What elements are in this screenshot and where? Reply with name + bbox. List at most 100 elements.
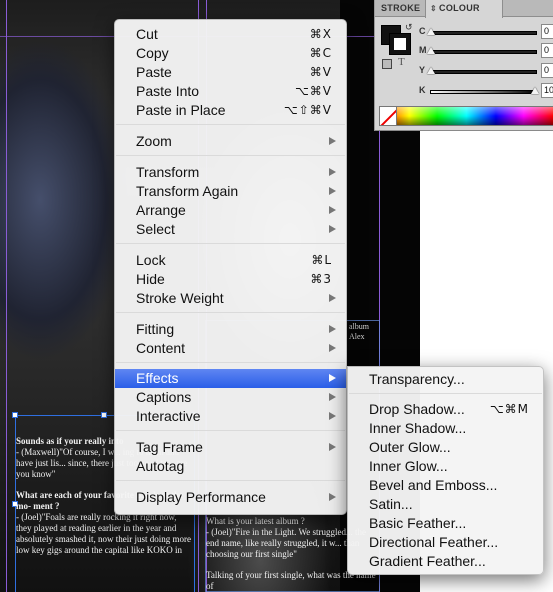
- menu-separator: [349, 393, 542, 394]
- submenu-arrow-icon: [329, 168, 336, 176]
- menu-item-paste-into[interactable]: Paste Into ⌥⌘V: [115, 82, 346, 101]
- menu-item-lock[interactable]: Lock ⌘L: [115, 251, 346, 270]
- menu-item-effects[interactable]: Effects: [115, 369, 346, 388]
- tab-stroke[interactable]: STROKE: [381, 0, 420, 17]
- submenu-item-gradient-feather[interactable]: Gradient Feather...: [348, 552, 543, 571]
- interview-question: What is your latest album ?: [206, 516, 305, 526]
- slider-thumb[interactable]: [531, 87, 539, 94]
- menu-label: Paste in Place: [136, 102, 226, 118]
- menu-label: Captions: [136, 389, 192, 405]
- colour-panel: STROKE ⇕ COLOUR ↺ T C 0 M 0 Y 0 K 10: [374, 0, 553, 131]
- menu-label: Hide: [136, 271, 165, 287]
- menu-label: Lock: [136, 252, 166, 268]
- menu-label: Fitting: [136, 321, 175, 337]
- slider-label: M: [419, 45, 427, 55]
- menu-label: Display Performance: [136, 489, 266, 505]
- slider-value-input[interactable]: 10: [541, 83, 553, 98]
- menu-item-cut[interactable]: Cut ⌘X: [115, 25, 346, 44]
- submenu-arrow-icon: [329, 137, 336, 145]
- menu-item-display-performance[interactable]: Display Performance: [115, 488, 346, 507]
- tab-colour[interactable]: ⇕ COLOUR: [425, 0, 503, 18]
- menu-label: Stroke Weight: [136, 290, 224, 306]
- swap-fill-stroke-icon[interactable]: ↺: [405, 22, 413, 33]
- column-guide: [6, 0, 7, 592]
- submenu-arrow-icon: [329, 412, 336, 420]
- slider-label: C: [419, 26, 426, 36]
- interview-answer: - (Joel)"Foals are really rocking it rig…: [16, 512, 191, 555]
- context-menu: Cut ⌘X Copy ⌘C Paste ⌘V Paste Into ⌥⌘V Paste…: [114, 19, 347, 515]
- menu-label: Tag Frame: [136, 439, 203, 455]
- menu-item-paste-in-place[interactable]: Paste in Place ⌥⇧⌘V: [115, 101, 346, 120]
- menu-item-arrange[interactable]: Arrange: [115, 201, 346, 220]
- menu-item-paste[interactable]: Paste ⌘V: [115, 63, 346, 82]
- submenu-item-outer-glow[interactable]: Outer Glow...: [348, 438, 543, 457]
- menu-label: Cut: [136, 26, 158, 42]
- menu-item-copy[interactable]: Copy ⌘C: [115, 44, 346, 63]
- submenu-item-directional-feather[interactable]: Directional Feather...: [348, 533, 543, 552]
- slider-thumb[interactable]: [427, 28, 435, 35]
- submenu-item-satin[interactable]: Satin...: [348, 495, 543, 514]
- submenu-arrow-icon: [329, 294, 336, 302]
- menu-label: Outer Glow...: [369, 439, 451, 455]
- menu-shortcut: ⌘L: [311, 253, 332, 267]
- slider-track[interactable]: [427, 67, 537, 74]
- menu-label: Paste Into: [136, 83, 200, 99]
- menu-item-transform[interactable]: Transform: [115, 163, 346, 182]
- menu-item-autotag[interactable]: Autotag: [115, 457, 346, 476]
- slider-track[interactable]: [427, 47, 537, 54]
- menu-label: Basic Feather...: [369, 515, 467, 531]
- colour-spectrum-ramp[interactable]: [379, 106, 553, 126]
- submenu-item-basic-feather[interactable]: Basic Feather...: [348, 514, 543, 533]
- submenu-item-drop-shadow[interactable]: Drop Shadow... ⌥⌘M: [348, 400, 543, 419]
- submenu-arrow-icon: [329, 325, 336, 333]
- submenu-item-inner-glow[interactable]: Inner Glow...: [348, 457, 543, 476]
- menu-item-select[interactable]: Select: [115, 220, 346, 239]
- menu-label: Gradient Feather...: [369, 553, 486, 569]
- menu-shortcut: ⌘3: [310, 272, 332, 286]
- menu-label: Transform Again: [136, 183, 239, 199]
- slider-yellow[interactable]: Y 0: [419, 63, 553, 79]
- menu-label: Satin...: [369, 496, 413, 512]
- submenu-item-transparency[interactable]: Transparency...: [348, 370, 543, 389]
- formatting-text-icon[interactable]: T: [398, 56, 405, 68]
- menu-separator: [116, 480, 345, 481]
- resize-handle[interactable]: [101, 412, 107, 418]
- menu-item-stroke-weight[interactable]: Stroke Weight: [115, 289, 346, 308]
- submenu-item-inner-shadow[interactable]: Inner Shadow...: [348, 419, 543, 438]
- resize-handle[interactable]: [12, 412, 18, 418]
- menu-label: Directional Feather...: [369, 534, 499, 550]
- menu-item-captions[interactable]: Captions: [115, 388, 346, 407]
- menu-item-fitting[interactable]: Fitting: [115, 320, 346, 339]
- slider-thumb[interactable]: [427, 47, 435, 54]
- slider-value-input[interactable]: 0: [541, 43, 553, 58]
- menu-label: Inner Glow...: [369, 458, 448, 474]
- menu-shortcut: ⌥⌘V: [294, 84, 332, 98]
- panel-tab-bar: STROKE ⇕ COLOUR: [375, 0, 553, 18]
- menu-shortcut: ⌘C: [309, 46, 332, 60]
- menu-item-interactive[interactable]: Interactive: [115, 407, 346, 426]
- menu-item-hide[interactable]: Hide ⌘3: [115, 270, 346, 289]
- slider-cyan[interactable]: C 0: [419, 24, 553, 40]
- slider-value-input[interactable]: 0: [541, 24, 553, 39]
- menu-label: Effects: [136, 370, 179, 386]
- menu-item-content[interactable]: Content: [115, 339, 346, 358]
- menu-item-zoom[interactable]: Zoom: [115, 132, 346, 151]
- menu-label: Content: [136, 340, 186, 356]
- slider-thumb[interactable]: [427, 67, 435, 74]
- slider-magenta[interactable]: M 0: [419, 43, 553, 59]
- stroke-swatch[interactable]: [390, 34, 410, 54]
- menu-separator: [116, 362, 345, 363]
- submenu-item-bevel-emboss[interactable]: Bevel and Emboss...: [348, 476, 543, 495]
- menu-item-transform-again[interactable]: Transform Again: [115, 182, 346, 201]
- slider-track[interactable]: [430, 87, 539, 94]
- interview-question: Sounds as if your really into: [16, 436, 124, 446]
- default-fill-stroke-icon[interactable]: [382, 59, 392, 69]
- slider-black[interactable]: K 10: [419, 83, 553, 99]
- slider-track[interactable]: [427, 28, 537, 35]
- submenu-arrow-icon: [329, 225, 336, 233]
- menu-label: Transform: [136, 164, 200, 180]
- none-swatch[interactable]: [379, 106, 397, 126]
- slider-value-input[interactable]: 0: [541, 63, 553, 78]
- menu-label: Transparency...: [369, 371, 465, 387]
- menu-item-tag-frame[interactable]: Tag Frame: [115, 438, 346, 457]
